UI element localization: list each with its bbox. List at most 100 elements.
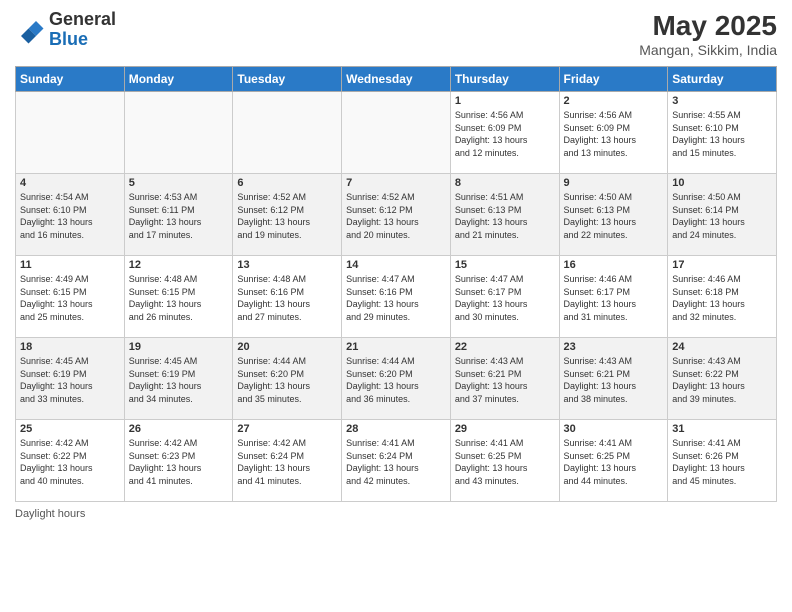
day-number: 19	[129, 341, 229, 353]
day-number: 9	[564, 177, 664, 189]
day-info: Sunrise: 4:46 AM Sunset: 6:17 PM Dayligh…	[564, 273, 664, 323]
day-info: Sunrise: 4:50 AM Sunset: 6:13 PM Dayligh…	[564, 191, 664, 241]
day-info: Sunrise: 4:47 AM Sunset: 6:16 PM Dayligh…	[346, 273, 446, 323]
calendar-col-thursday: Thursday	[450, 67, 559, 92]
day-number: 4	[20, 177, 120, 189]
day-info: Sunrise: 4:47 AM Sunset: 6:17 PM Dayligh…	[455, 273, 555, 323]
day-info: Sunrise: 4:42 AM Sunset: 6:24 PM Dayligh…	[237, 437, 337, 487]
calendar-week-3: 11 Sunrise: 4:49 AM Sunset: 6:15 PM Dayli…	[16, 256, 777, 338]
day-number: 17	[672, 259, 772, 271]
calendar-cell: 8 Sunrise: 4:51 AM Sunset: 6:13 PM Daylig…	[450, 174, 559, 256]
day-number: 11	[20, 259, 120, 271]
footer: Daylight hours	[15, 508, 777, 520]
day-number: 8	[455, 177, 555, 189]
calendar-week-5: 25 Sunrise: 4:42 AM Sunset: 6:22 PM Dayli…	[16, 420, 777, 502]
day-number: 16	[564, 259, 664, 271]
day-number: 6	[237, 177, 337, 189]
calendar-cell: 19 Sunrise: 4:45 AM Sunset: 6:19 PM Dayli…	[124, 338, 233, 420]
calendar-col-friday: Friday	[559, 67, 668, 92]
page: General Blue May 2025 Mangan, Sikkim, In…	[0, 0, 792, 612]
logo-general-text: General	[49, 9, 116, 29]
day-info: Sunrise: 4:41 AM Sunset: 6:24 PM Dayligh…	[346, 437, 446, 487]
day-number: 28	[346, 423, 446, 435]
day-number: 23	[564, 341, 664, 353]
calendar-week-4: 18 Sunrise: 4:45 AM Sunset: 6:19 PM Dayli…	[16, 338, 777, 420]
calendar-cell: 30Sunrise: 4:41 AM Sunset: 6:25 PM Dayli…	[559, 420, 668, 502]
calendar-cell	[16, 92, 125, 174]
calendar-cell: 20 Sunrise: 4:44 AM Sunset: 6:20 PM Dayli…	[233, 338, 342, 420]
day-number: 14	[346, 259, 446, 271]
day-number: 30	[564, 423, 664, 435]
day-number: 3	[672, 95, 772, 107]
calendar-cell: 22 Sunrise: 4:43 AM Sunset: 6:21 PM Dayli…	[450, 338, 559, 420]
logo: General Blue	[15, 10, 116, 50]
day-number: 21	[346, 341, 446, 353]
calendar-cell: 5 Sunrise: 4:53 AM Sunset: 6:11 PM Daylig…	[124, 174, 233, 256]
main-title: May 2025	[639, 10, 777, 42]
day-info: Sunrise: 4:43 AM Sunset: 6:22 PM Dayligh…	[672, 355, 772, 405]
day-info: Sunrise: 4:55 AM Sunset: 6:10 PM Dayligh…	[672, 109, 772, 159]
calendar-week-2: 4 Sunrise: 4:54 AM Sunset: 6:10 PM Daylig…	[16, 174, 777, 256]
calendar-cell: 10Sunrise: 4:50 AM Sunset: 6:14 PM Dayli…	[668, 174, 777, 256]
day-info: Sunrise: 4:52 AM Sunset: 6:12 PM Dayligh…	[237, 191, 337, 241]
day-number: 1	[455, 95, 555, 107]
day-info: Sunrise: 4:43 AM Sunset: 6:21 PM Dayligh…	[564, 355, 664, 405]
logo-blue-text: Blue	[49, 29, 88, 49]
day-info: Sunrise: 4:50 AM Sunset: 6:14 PM Dayligh…	[672, 191, 772, 241]
day-info: Sunrise: 4:51 AM Sunset: 6:13 PM Dayligh…	[455, 191, 555, 241]
calendar-cell: 26 Sunrise: 4:42 AM Sunset: 6:23 PM Dayli…	[124, 420, 233, 502]
day-number: 22	[455, 341, 555, 353]
day-info: Sunrise: 4:54 AM Sunset: 6:10 PM Dayligh…	[20, 191, 120, 241]
day-number: 25	[20, 423, 120, 435]
day-info: Sunrise: 4:44 AM Sunset: 6:20 PM Dayligh…	[346, 355, 446, 405]
day-number: 26	[129, 423, 229, 435]
day-number: 18	[20, 341, 120, 353]
calendar-cell: 17Sunrise: 4:46 AM Sunset: 6:18 PM Dayli…	[668, 256, 777, 338]
day-number: 12	[129, 259, 229, 271]
day-info: Sunrise: 4:56 AM Sunset: 6:09 PM Dayligh…	[564, 109, 664, 159]
day-info: Sunrise: 4:42 AM Sunset: 6:23 PM Dayligh…	[129, 437, 229, 487]
day-info: Sunrise: 4:56 AM Sunset: 6:09 PM Dayligh…	[455, 109, 555, 159]
day-info: Sunrise: 4:52 AM Sunset: 6:12 PM Dayligh…	[346, 191, 446, 241]
calendar-col-monday: Monday	[124, 67, 233, 92]
generalblue-icon	[15, 15, 45, 45]
calendar-week-1: 1 Sunrise: 4:56 AM Sunset: 6:09 PM Daylig…	[16, 92, 777, 174]
day-info: Sunrise: 4:42 AM Sunset: 6:22 PM Dayligh…	[20, 437, 120, 487]
day-info: Sunrise: 4:48 AM Sunset: 6:16 PM Dayligh…	[237, 273, 337, 323]
day-number: 20	[237, 341, 337, 353]
calendar-col-wednesday: Wednesday	[342, 67, 451, 92]
day-number: 7	[346, 177, 446, 189]
calendar-cell: 1 Sunrise: 4:56 AM Sunset: 6:09 PM Daylig…	[450, 92, 559, 174]
calendar-cell	[233, 92, 342, 174]
calendar-cell: 27Sunrise: 4:42 AM Sunset: 6:24 PM Dayli…	[233, 420, 342, 502]
day-info: Sunrise: 4:49 AM Sunset: 6:15 PM Dayligh…	[20, 273, 120, 323]
calendar-col-sunday: Sunday	[16, 67, 125, 92]
calendar-cell: 18Sunrise: 4:45 AM Sunset: 6:19 PM Dayli…	[16, 338, 125, 420]
day-info: Sunrise: 4:41 AM Sunset: 6:25 PM Dayligh…	[455, 437, 555, 487]
calendar-col-tuesday: Tuesday	[233, 67, 342, 92]
day-info: Sunrise: 4:48 AM Sunset: 6:15 PM Dayligh…	[129, 273, 229, 323]
daylight-hours-label: Daylight hours	[15, 508, 85, 520]
day-info: Sunrise: 4:44 AM Sunset: 6:20 PM Dayligh…	[237, 355, 337, 405]
calendar-cell: 11 Sunrise: 4:49 AM Sunset: 6:15 PM Dayli…	[16, 256, 125, 338]
calendar-cell: 24Sunrise: 4:43 AM Sunset: 6:22 PM Dayli…	[668, 338, 777, 420]
calendar-cell: 7 Sunrise: 4:52 AM Sunset: 6:12 PM Daylig…	[342, 174, 451, 256]
calendar-cell: 21 Sunrise: 4:44 AM Sunset: 6:20 PM Dayli…	[342, 338, 451, 420]
calendar-cell: 13 Sunrise: 4:48 AM Sunset: 6:16 PM Dayli…	[233, 256, 342, 338]
day-info: Sunrise: 4:53 AM Sunset: 6:11 PM Dayligh…	[129, 191, 229, 241]
calendar-cell: 15Sunrise: 4:47 AM Sunset: 6:17 PM Dayli…	[450, 256, 559, 338]
sub-title: Mangan, Sikkim, India	[639, 42, 777, 58]
day-number: 5	[129, 177, 229, 189]
day-number: 13	[237, 259, 337, 271]
day-info: Sunrise: 4:45 AM Sunset: 6:19 PM Dayligh…	[129, 355, 229, 405]
calendar-cell: 25 Sunrise: 4:42 AM Sunset: 6:22 PM Dayli…	[16, 420, 125, 502]
header: General Blue May 2025 Mangan, Sikkim, In…	[15, 10, 777, 58]
day-info: Sunrise: 4:43 AM Sunset: 6:21 PM Dayligh…	[455, 355, 555, 405]
calendar-cell: 16 Sunrise: 4:46 AM Sunset: 6:17 PM Dayli…	[559, 256, 668, 338]
calendar-table: SundayMondayTuesdayWednesdayThursdayFrid…	[15, 66, 777, 502]
calendar-cell	[342, 92, 451, 174]
day-number: 2	[564, 95, 664, 107]
calendar-cell: 9 Sunrise: 4:50 AM Sunset: 6:13 PM Daylig…	[559, 174, 668, 256]
calendar-cell: 4 Sunrise: 4:54 AM Sunset: 6:10 PM Daylig…	[16, 174, 125, 256]
calendar-cell: 23 Sunrise: 4:43 AM Sunset: 6:21 PM Dayli…	[559, 338, 668, 420]
